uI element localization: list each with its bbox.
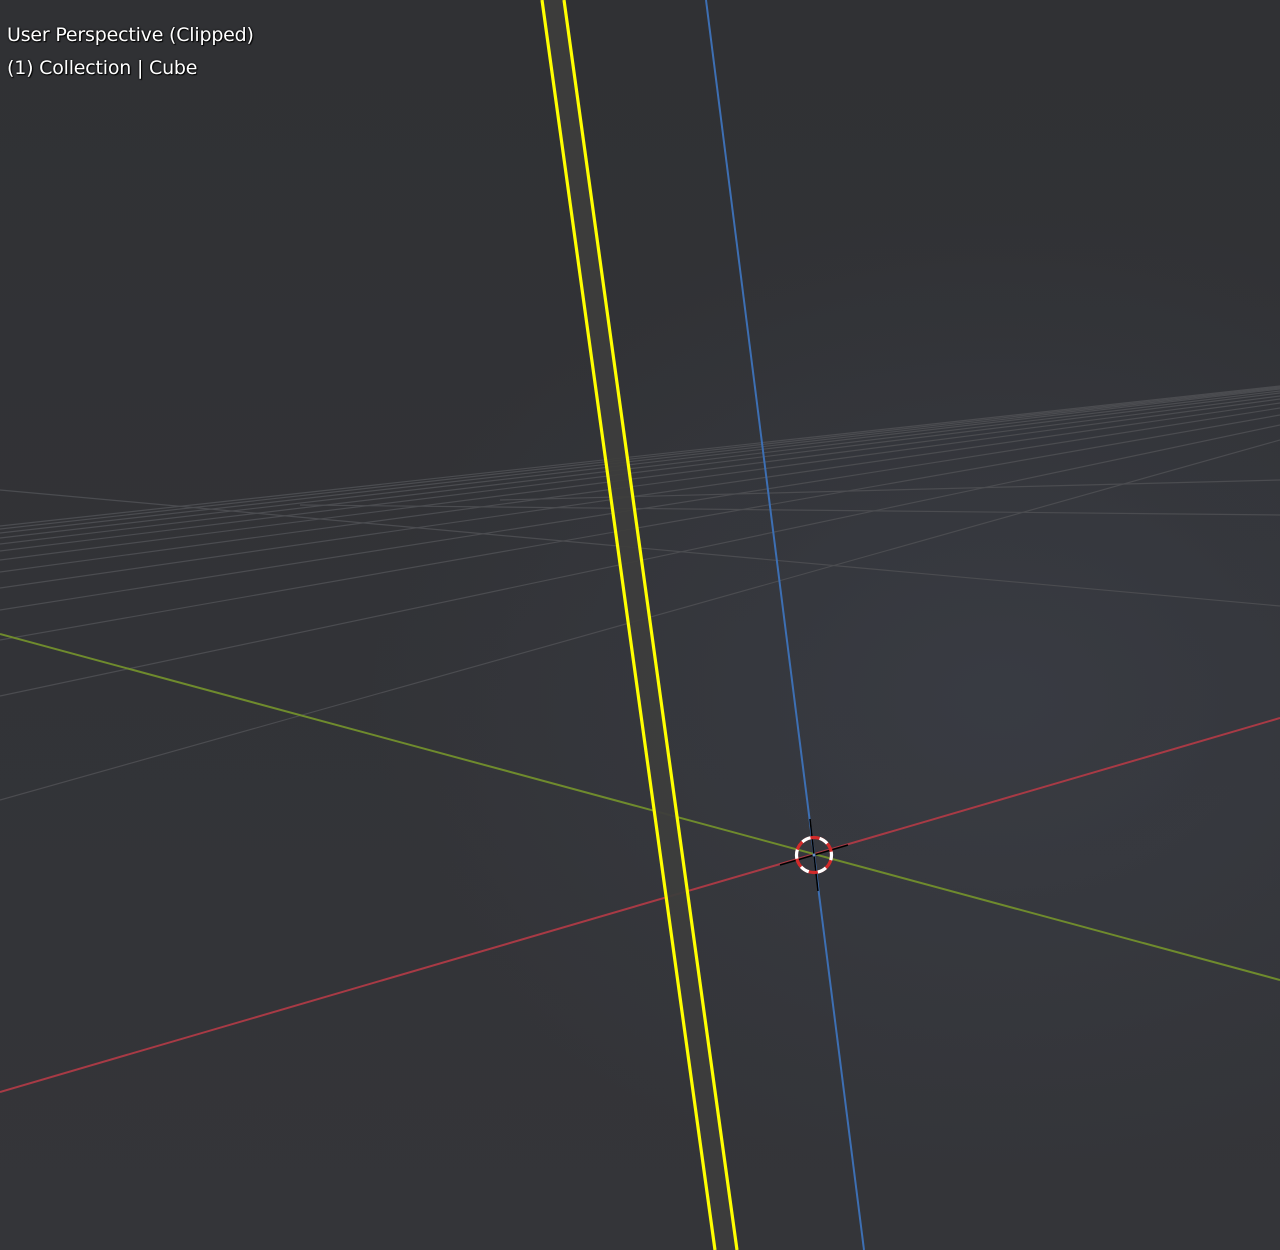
grid-line — [0, 387, 1280, 534]
cursor-center — [812, 853, 816, 857]
viewport-scene — [0, 0, 1280, 1250]
3d-viewport[interactable]: User Perspective (Clipped) (1) Collectio… — [0, 0, 1280, 1250]
grid-line — [0, 385, 1280, 527]
grid-line — [299, 504, 1280, 516]
grid-line — [0, 395, 1280, 561]
grid-line — [0, 390, 1280, 545]
viewport-info-overlay: User Perspective (Clipped) (1) Collectio… — [7, 19, 254, 85]
cube-face — [541, 0, 738, 1250]
view-name-label: User Perspective (Clipped) — [7, 24, 254, 46]
cube-outline-left — [540, 0, 717, 1250]
cube-outline-right — [562, 0, 739, 1250]
collection-object-label: (1) Collection | Cube — [7, 57, 198, 79]
z-axis-line — [705, 0, 865, 1250]
grid-line — [0, 388, 1280, 539]
x-axis-line — [0, 717, 1280, 1093]
3d-cursor-icon[interactable] — [779, 818, 849, 892]
